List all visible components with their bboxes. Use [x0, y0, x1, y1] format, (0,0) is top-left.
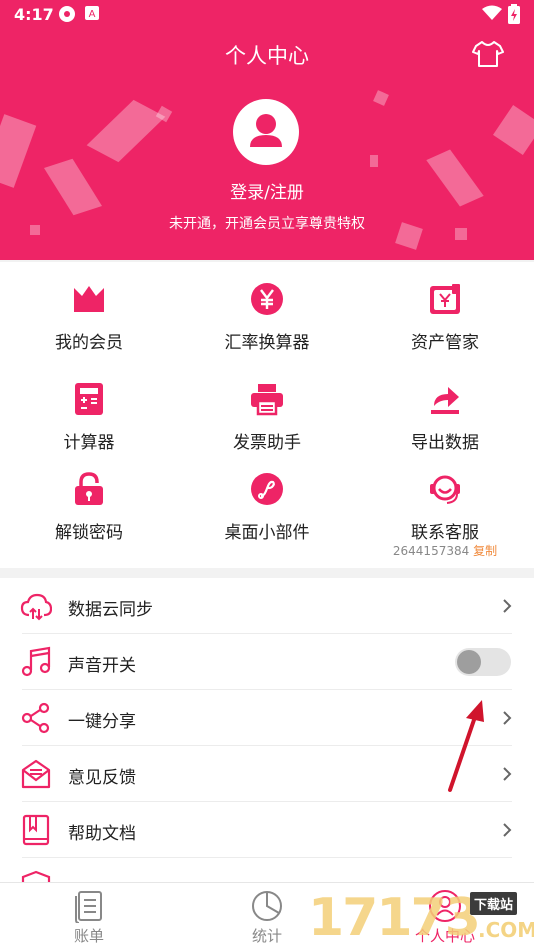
wifi-icon	[482, 5, 502, 20]
watermark-domain: .COM	[478, 918, 534, 942]
grid-item-invoice-helper[interactable]: 发票助手	[178, 382, 356, 453]
grid-item-label: 资产管家	[411, 333, 479, 353]
decor-shard	[86, 99, 166, 163]
annotation-arrow-icon	[448, 700, 484, 792]
settings-row-label: 声音开关	[68, 656, 136, 676]
chevron-right-icon	[503, 599, 512, 613]
status-time: 4:17	[14, 5, 54, 24]
settings-row-sound: 声音开关	[0, 634, 534, 690]
yen-coin-icon	[251, 283, 283, 315]
decor-shard	[0, 114, 37, 188]
login-register-link[interactable]: 登录/注册	[0, 178, 534, 203]
chevron-right-icon	[503, 767, 512, 781]
settings-row-label: 意见反馈	[68, 768, 136, 788]
export-icon	[431, 387, 459, 414]
settings-row-help[interactable]: 帮助文档	[0, 802, 534, 858]
grid-item-label: 我的会员	[55, 333, 123, 353]
grid-item-label: 计算器	[63, 433, 115, 453]
crown-icon	[74, 286, 104, 312]
grid-item-unlock-password[interactable]: 解锁密码	[0, 472, 178, 543]
grid-item-desktop-widget[interactable]: 桌面小部件	[178, 472, 356, 543]
watermark-tag: 下载站	[470, 892, 518, 915]
tab-label: 账单	[73, 927, 104, 945]
battery-icon	[508, 4, 520, 24]
a-notification-icon: A	[85, 6, 99, 20]
feature-grid: 我的会员 汇率换算器 资产管家 计算器 发票助手 导出数据 解锁密码 桌面小部件…	[0, 262, 534, 568]
toggle-knob	[457, 650, 481, 674]
bill-icon	[75, 891, 102, 923]
grid-item-label: 解锁密码	[55, 523, 123, 543]
pie-chart-icon	[252, 891, 282, 921]
contact-number: 2644157384	[392, 544, 470, 558]
grid-item-label: 汇率换算器	[224, 333, 310, 353]
grid-item-asset-manager[interactable]: 资产管家	[356, 282, 534, 353]
contact-number-line: 2644157384 复制	[356, 542, 534, 559]
tab-bill[interactable]: 账单	[0, 883, 178, 950]
widget-icon	[251, 473, 283, 505]
grid-item-label: 导出数据	[411, 433, 479, 453]
page-title: 个人中心	[225, 44, 309, 68]
grid-item-label: 发票助手	[233, 433, 301, 453]
grid-item-label: 联系客服	[411, 523, 479, 543]
profile-header: 4:17 A 个人中心 登录/注册 未开通，开通会员立享尊贵特权	[0, 0, 534, 260]
sound-toggle[interactable]	[455, 648, 511, 676]
help-book-icon	[22, 814, 50, 846]
settings-row-cloud-sync[interactable]: 数据云同步	[0, 578, 534, 634]
app-notification-icon	[59, 6, 75, 22]
user-avatar-icon	[250, 114, 282, 147]
avatar[interactable]	[233, 99, 299, 165]
chevron-right-icon	[503, 711, 512, 725]
site-watermark: 17173 下载站 .COM	[308, 884, 534, 950]
grid-item-membership[interactable]: 我的会员	[0, 282, 178, 353]
decor-shard	[493, 105, 534, 155]
settings-row-label: 帮助文档	[68, 824, 136, 844]
share-icon	[21, 702, 50, 734]
grid-item-exchange-rate[interactable]: 汇率换算器	[178, 282, 356, 353]
copy-button[interactable]: 复制	[473, 544, 497, 558]
customer-service-icon	[430, 475, 460, 504]
shield-icon	[21, 870, 51, 882]
wallet-icon	[430, 284, 460, 314]
feedback-mail-icon	[21, 759, 51, 789]
decor-shard	[370, 155, 378, 167]
svg-text:A: A	[89, 9, 96, 20]
settings-row-partial[interactable]	[0, 858, 534, 882]
membership-tip: 未开通，开通会员立享尊贵特权	[169, 216, 365, 232]
chevron-right-icon	[503, 823, 512, 837]
status-bar: 4:17 A	[0, 0, 534, 28]
lock-icon	[75, 472, 103, 505]
calculator-icon	[75, 383, 103, 415]
settings-row-label: 一键分享	[68, 712, 136, 732]
grid-item-label: 桌面小部件	[224, 523, 310, 543]
decor-shard	[373, 90, 389, 106]
watermark-number: 17173	[308, 888, 481, 948]
tshirt-icon[interactable]	[472, 40, 504, 68]
settings-row-label: 数据云同步	[68, 600, 153, 620]
music-note-icon	[21, 646, 51, 677]
grid-item-contact-service[interactable]: 联系客服	[356, 472, 534, 543]
grid-item-export-data[interactable]: 导出数据	[356, 382, 534, 453]
grid-item-calculator[interactable]: 计算器	[0, 382, 178, 453]
printer-icon	[251, 384, 283, 416]
cloud-sync-icon	[20, 593, 52, 621]
